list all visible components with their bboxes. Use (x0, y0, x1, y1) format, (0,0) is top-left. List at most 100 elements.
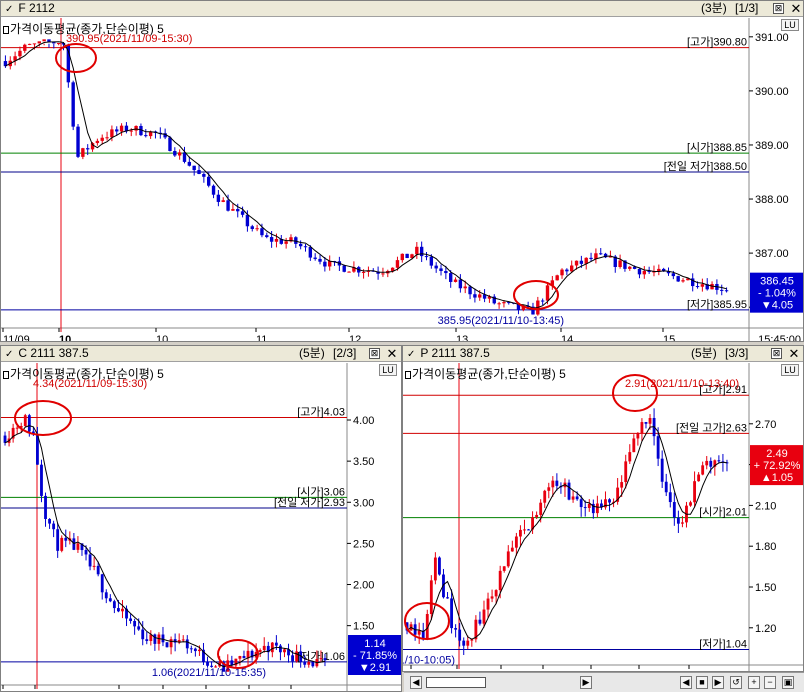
candle-body (720, 289, 724, 291)
candle-body (117, 608, 120, 612)
panel-title: ✓ P 2111 387.5 (407, 346, 490, 362)
x-tick-label: 13 (456, 334, 468, 342)
prev-button[interactable]: ◀ (680, 676, 692, 689)
candle-body (429, 580, 433, 615)
candle-body (551, 480, 555, 488)
candle-body (405, 253, 409, 259)
candle-body (104, 592, 108, 599)
candle-body (165, 642, 169, 648)
candle-body (681, 280, 685, 282)
candle-body (121, 608, 124, 612)
candle-body (434, 265, 438, 269)
candle-body (303, 661, 307, 665)
candle-body (216, 194, 221, 202)
candle-body (681, 522, 684, 524)
candle-body (129, 618, 132, 622)
badge-price: 1.14 (364, 638, 385, 650)
level-label: [전일 저가]388.50 (664, 159, 747, 173)
candle-body (169, 639, 173, 648)
candle-body (115, 129, 119, 132)
reset-icon[interactable]: ↺ (730, 676, 742, 689)
candle-body (56, 43, 61, 45)
y-tick-label: 387.00 (755, 248, 789, 260)
zoom-out-icon[interactable]: − (764, 676, 776, 689)
title-text: P 2111 387.5 (420, 346, 490, 360)
period-label[interactable]: (5분) (691, 346, 717, 361)
candle-body (269, 237, 274, 242)
y-tick-label: 4.00 (353, 415, 374, 427)
y-tick-label: 1.80 (755, 541, 776, 553)
candle-body (724, 290, 729, 292)
y-tick-label: 2.50 (353, 538, 374, 550)
candle-body (535, 514, 539, 518)
candle-body (18, 50, 22, 57)
candle-body (144, 135, 148, 137)
scroll-thumb[interactable] (426, 677, 486, 688)
zoom-in-icon[interactable]: + (748, 676, 760, 689)
checkmark-icon: ✓ (5, 4, 14, 15)
candle-body (274, 238, 279, 242)
y-tick-label: 390.00 (755, 86, 789, 98)
candle-body (238, 656, 242, 659)
candle-body (260, 228, 264, 236)
candle-body (429, 256, 434, 266)
scroll-left-button[interactable]: ◀ (410, 676, 422, 689)
candle-body (211, 185, 216, 195)
candle-body (449, 273, 453, 282)
fit-icon[interactable]: ▣ (782, 676, 794, 689)
candle-body (668, 492, 672, 503)
candle-body (23, 44, 27, 51)
checkmark-icon: ✓ (5, 349, 14, 360)
level-label: [시가]2.01 (699, 506, 747, 519)
y-tick-label: 2.10 (755, 500, 776, 512)
title-text: C 2111 387.5 (18, 346, 89, 360)
level-label: [저가]1.04 (699, 638, 747, 651)
stop-icon[interactable]: ■ (696, 676, 708, 689)
y-tick-label: 3.50 (353, 456, 374, 468)
price-chart[interactable]: 2.702.402.101.801.501.2011/0910111213141… (403, 363, 803, 672)
candle-body (198, 649, 201, 652)
candle-body (565, 269, 569, 272)
highlight-circle (513, 280, 559, 310)
x-tick-label: 10 (156, 334, 168, 342)
candle-body (303, 246, 308, 248)
candle-body (642, 271, 646, 275)
x-tick-label: 12 (349, 334, 361, 342)
y-tick-label: 1.50 (353, 621, 374, 633)
candle-body (490, 596, 494, 599)
badge-change: ▼4.05 (761, 300, 793, 312)
candle-body (86, 148, 90, 150)
candle-body (255, 228, 259, 230)
period-label[interactable]: (5분) (299, 346, 325, 361)
candle-body (319, 658, 323, 660)
candle-body (628, 266, 632, 269)
candle-body (100, 574, 104, 593)
candle-body (502, 566, 506, 571)
candle-body (555, 480, 559, 486)
toggle-button[interactable]: ⊠ (773, 3, 784, 14)
candle-body (519, 529, 522, 537)
candle-body (587, 503, 591, 508)
close-button[interactable]: ✕ (789, 1, 803, 16)
price-chart[interactable]: 391.00390.00389.00388.00387.00386.0011/0… (1, 18, 803, 342)
candle-body (498, 570, 502, 591)
candle-body (417, 630, 421, 635)
toggle-button[interactable]: ⊠ (771, 348, 782, 359)
scroll-right-button[interactable]: ▶ (580, 676, 592, 689)
close-button[interactable]: ✕ (787, 346, 801, 361)
candle-body (308, 246, 313, 258)
candle-body (705, 460, 709, 466)
candle-body (236, 209, 240, 212)
candle-body (400, 253, 404, 261)
indicator-text: 가격이동평균(종가,단순이평) 5 (10, 367, 164, 381)
page-indicator: [3/3] (725, 346, 749, 360)
indicator-label: 가격이동평균(종가,단순이평) 5 (3, 20, 164, 37)
price-chart[interactable]: 4.003.503.002.502.001.5011/0911/10111213… (1, 363, 401, 692)
period-label[interactable]: (3분) (701, 1, 727, 16)
candle-body (60, 537, 64, 551)
candle-body (463, 286, 467, 289)
toggle-button[interactable]: ⊠ (369, 348, 380, 359)
candle-body (637, 268, 642, 275)
next-button[interactable]: ▶ (712, 676, 724, 689)
close-button[interactable]: ✕ (385, 346, 399, 361)
